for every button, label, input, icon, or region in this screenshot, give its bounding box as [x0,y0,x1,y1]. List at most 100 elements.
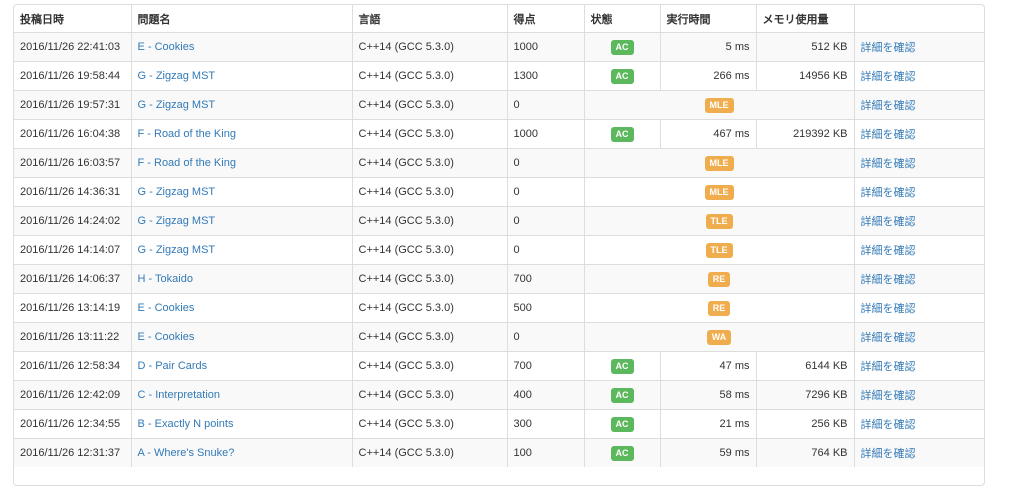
score-cell: 500 [506,293,584,323]
language-cell: C++14 (GCC 5.3.0) [351,206,507,236]
header-exec-time[interactable]: 実行時間 [659,5,756,33]
language-cell: C++14 (GCC 5.3.0) [351,148,507,178]
language-cell: C++14 (GCC 5.3.0) [351,264,507,294]
detail-link[interactable]: 詳細を確認 [861,71,916,83]
status-badge: MLE [704,184,734,200]
problem-link[interactable]: H - Tokaido [138,273,193,285]
submit-time-cell: 2016/11/26 19:58:44 [14,61,131,91]
submit-time-cell: 2016/11/26 16:04:38 [14,119,131,149]
detail-link[interactable]: 詳細を確認 [861,332,916,344]
detail-link[interactable]: 詳細を確認 [861,245,916,257]
problem-link[interactable]: A - Where's Snuke? [138,447,235,459]
header-status[interactable]: 状態 [583,5,660,33]
language-cell: C++14 (GCC 5.3.0) [351,32,507,62]
exec-time-cell: 58 ms [659,380,756,410]
detail-cell: 詳細を確認 [853,322,984,352]
table-row: 2016/11/26 19:57:31 G - Zigzag MST C++14 (… [14,90,984,120]
status-badge: AC [610,358,634,374]
problem-link[interactable]: G - Zigzag MST [138,244,216,256]
status-badge: AC [610,126,634,142]
problem-link[interactable]: E - Cookies [138,302,195,314]
detail-link[interactable]: 詳細を確認 [861,129,916,141]
status-badge: RE [707,300,731,316]
detail-link[interactable]: 詳細を確認 [861,100,916,112]
header-memory[interactable]: メモリ使用量 [755,5,854,33]
table-row: 2016/11/26 13:14:19 E - Cookies C++14 (GCC… [14,293,984,323]
detail-cell: 詳細を確認 [853,206,984,236]
score-cell: 700 [506,351,584,381]
score-cell: 1000 [506,32,584,62]
problem-link[interactable]: G - Zigzag MST [138,99,216,111]
submit-time-cell: 2016/11/26 16:03:57 [14,148,131,178]
header-language[interactable]: 言語 [351,5,507,33]
header-score[interactable]: 得点 [506,5,584,33]
memory-cell: 512 KB [755,32,854,62]
submit-time-cell: 2016/11/26 13:11:22 [14,322,131,352]
problem-link[interactable]: C - Interpretation [138,389,221,401]
score-cell: 400 [506,380,584,410]
table-row: 2016/11/26 13:11:22 E - Cookies C++14 (GCC… [14,322,984,352]
status-badge: AC [610,39,634,55]
table-row: 2016/11/26 14:06:37 H - Tokaido C++14 (GCC… [14,264,984,294]
detail-link[interactable]: 詳細を確認 [861,187,916,199]
submit-time-cell: 2016/11/26 14:24:02 [14,206,131,236]
submissions-table: 投稿日時 問題名 言語 得点 状態 実行時間 メモリ使用量 2016/11/26… [14,5,984,467]
table-row: 2016/11/26 12:34:55 B - Exactly N points C… [14,409,984,439]
problem-cell: G - Zigzag MST [130,206,352,236]
detail-link[interactable]: 詳細を確認 [861,361,916,373]
language-cell: C++14 (GCC 5.3.0) [351,380,507,410]
problem-link[interactable]: E - Cookies [138,41,195,53]
problem-link[interactable]: B - Exactly N points [138,418,234,430]
problem-link[interactable]: F - Road of the King [138,128,236,140]
table-row: 2016/11/26 22:41:03 E - Cookies C++14 (GCC… [14,32,984,62]
submit-time-cell: 2016/11/26 12:34:55 [14,409,131,439]
detail-link[interactable]: 詳細を確認 [861,419,916,431]
header-problem[interactable]: 問題名 [130,5,352,33]
detail-link[interactable]: 詳細を確認 [861,216,916,228]
submit-time-cell: 2016/11/26 14:14:07 [14,235,131,265]
status-cell: WA [583,322,854,352]
detail-cell: 詳細を確認 [853,409,984,439]
problem-link[interactable]: G - Zigzag MST [138,215,216,227]
detail-cell: 詳細を確認 [853,380,984,410]
score-cell: 1000 [506,119,584,149]
exec-time-cell: 467 ms [659,119,756,149]
status-badge: AC [610,68,634,84]
status-cell: AC [583,380,660,410]
detail-cell: 詳細を確認 [853,438,984,467]
problem-link[interactable]: G - Zigzag MST [138,186,216,198]
submissions-panel: 投稿日時 問題名 言語 得点 状態 実行時間 メモリ使用量 2016/11/26… [13,4,985,486]
status-cell: MLE [583,148,854,178]
header-submit-time[interactable]: 投稿日時 [14,5,131,33]
detail-link[interactable]: 詳細を確認 [861,274,916,286]
language-cell: C++14 (GCC 5.3.0) [351,177,507,207]
status-cell: TLE [583,235,854,265]
table-header-row: 投稿日時 問題名 言語 得点 状態 実行時間 メモリ使用量 [14,5,984,33]
problem-cell: G - Zigzag MST [130,177,352,207]
detail-link[interactable]: 詳細を確認 [861,390,916,402]
submit-time-cell: 2016/11/26 12:42:09 [14,380,131,410]
problem-link[interactable]: G - Zigzag MST [138,70,216,82]
problem-link[interactable]: D - Pair Cards [138,360,208,372]
table-row: 2016/11/26 12:58:34 D - Pair Cards C++14 (… [14,351,984,381]
score-cell: 0 [506,235,584,265]
status-cell: RE [583,264,854,294]
detail-cell: 詳細を確認 [853,235,984,265]
problem-link[interactable]: F - Road of the King [138,157,236,169]
status-badge: AC [610,387,634,403]
problem-cell: B - Exactly N points [130,409,352,439]
table-row: 2016/11/26 14:14:07 G - Zigzag MST C++14 (… [14,235,984,265]
detail-link[interactable]: 詳細を確認 [861,303,916,315]
detail-link[interactable]: 詳細を確認 [861,158,916,170]
score-cell: 0 [506,177,584,207]
problem-cell: G - Zigzag MST [130,61,352,91]
language-cell: C++14 (GCC 5.3.0) [351,438,507,467]
problem-link[interactable]: E - Cookies [138,331,195,343]
problem-cell: E - Cookies [130,322,352,352]
table-row: 2016/11/26 14:24:02 G - Zigzag MST C++14 (… [14,206,984,236]
status-badge: RE [707,271,731,287]
detail-link[interactable]: 詳細を確認 [861,448,916,460]
language-cell: C++14 (GCC 5.3.0) [351,90,507,120]
detail-link[interactable]: 詳細を確認 [861,42,916,54]
problem-cell: E - Cookies [130,293,352,323]
